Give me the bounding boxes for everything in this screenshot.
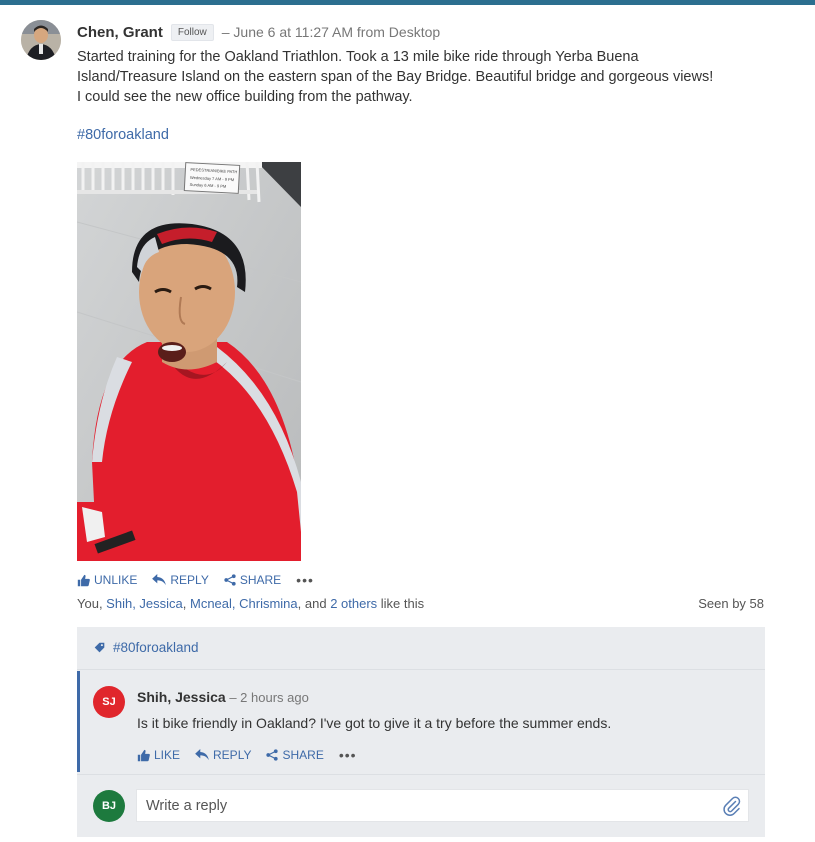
more-options-icon[interactable]: •••: [339, 747, 357, 763]
post-header: Chen, Grant Follow – June 6 at 11:27 AM …: [77, 22, 440, 42]
path-sign-icon: PEDESTRIAN/BIKE PATH Wednesday 7 AM - 9 …: [183, 162, 241, 194]
likes-others-link[interactable]: 2 others: [330, 596, 377, 611]
reply-label: REPLY: [170, 573, 209, 587]
share-icon: [266, 749, 279, 761]
reply-arrow-icon: [195, 749, 209, 761]
unlike-label: UNLIKE: [94, 573, 138, 587]
seen-count[interactable]: Seen by 58: [698, 596, 764, 611]
comment-thread: #80foroakland SJ Shih, Jessica – 2 hours…: [77, 627, 765, 837]
thumbs-up-icon: [77, 574, 90, 586]
post-actions: UNLIKE REPLY SHARE •••: [77, 572, 314, 588]
reply-row: BJ: [77, 774, 765, 838]
likes-prefix: You,: [77, 596, 107, 611]
comment-text: Is it bike friendly in Oakland? I've got…: [137, 715, 612, 731]
author-avatar[interactable]: [21, 20, 61, 60]
current-user-avatar: BJ: [93, 790, 125, 822]
comment-actions: LIKE REPLY SHARE •••: [137, 747, 357, 763]
topic-tag[interactable]: #80foroakland: [94, 640, 199, 655]
share-button[interactable]: SHARE: [266, 748, 324, 762]
like-button[interactable]: LIKE: [137, 748, 180, 762]
post-photo[interactable]: PEDESTRIAN/BIKE PATH Wednesday 7 AM - 9 …: [77, 162, 301, 561]
paperclip-icon[interactable]: [723, 796, 741, 821]
thumbs-up-icon: [137, 749, 150, 761]
more-options-icon[interactable]: •••: [296, 572, 314, 588]
like-label: LIKE: [154, 748, 181, 762]
post-meta: – June 6 at 11:27 AM from Desktop: [221, 24, 441, 40]
reply-button[interactable]: REPLY: [152, 573, 209, 587]
commenter-name[interactable]: Shih, Jessica: [137, 689, 226, 705]
comment-header: Shih, Jessica – 2 hours ago: [137, 689, 309, 707]
unlike-button[interactable]: UNLIKE: [77, 573, 137, 587]
post-hashtag-link[interactable]: #80foroakland: [77, 127, 169, 143]
post-body-line: I could see the new office building from…: [77, 89, 413, 105]
share-label: SHARE: [239, 573, 282, 587]
tag-icon: [94, 642, 105, 653]
reply-input[interactable]: [136, 789, 749, 822]
share-label: SHARE: [282, 748, 324, 762]
share-icon: [224, 574, 236, 586]
liker-link[interactable]: Mcneal, Chrismina: [190, 596, 298, 611]
reply-button[interactable]: REPLY: [195, 748, 251, 762]
reply-label: REPLY: [213, 748, 252, 762]
author-name[interactable]: Chen, Grant: [77, 24, 163, 41]
share-button[interactable]: SHARE: [224, 573, 281, 587]
comment-meta: – 2 hours ago: [225, 690, 309, 705]
reply-arrow-icon: [152, 574, 167, 586]
likes-summary: You, Shih, Jessica, Mcneal, Chrismina, a…: [77, 596, 425, 611]
follow-button[interactable]: Follow: [170, 23, 214, 41]
comment: SJ Shih, Jessica – 2 hours ago Is it bik…: [77, 671, 765, 772]
topic-label: #80foroakland: [113, 640, 199, 655]
post-body-line: Island/Treasure Island on the eastern sp…: [77, 69, 714, 85]
top-bar: [0, 0, 815, 5]
commenter-avatar[interactable]: SJ: [93, 686, 125, 718]
likes-suffix: like this: [377, 596, 425, 611]
liker-link[interactable]: Shih, Jessica: [106, 596, 183, 611]
post-body: Started training for the Oakland Triathl…: [77, 47, 757, 107]
topic-row: #80foroakland: [77, 627, 765, 670]
post-body-line: Started training for the Oakland Triathl…: [77, 49, 639, 65]
